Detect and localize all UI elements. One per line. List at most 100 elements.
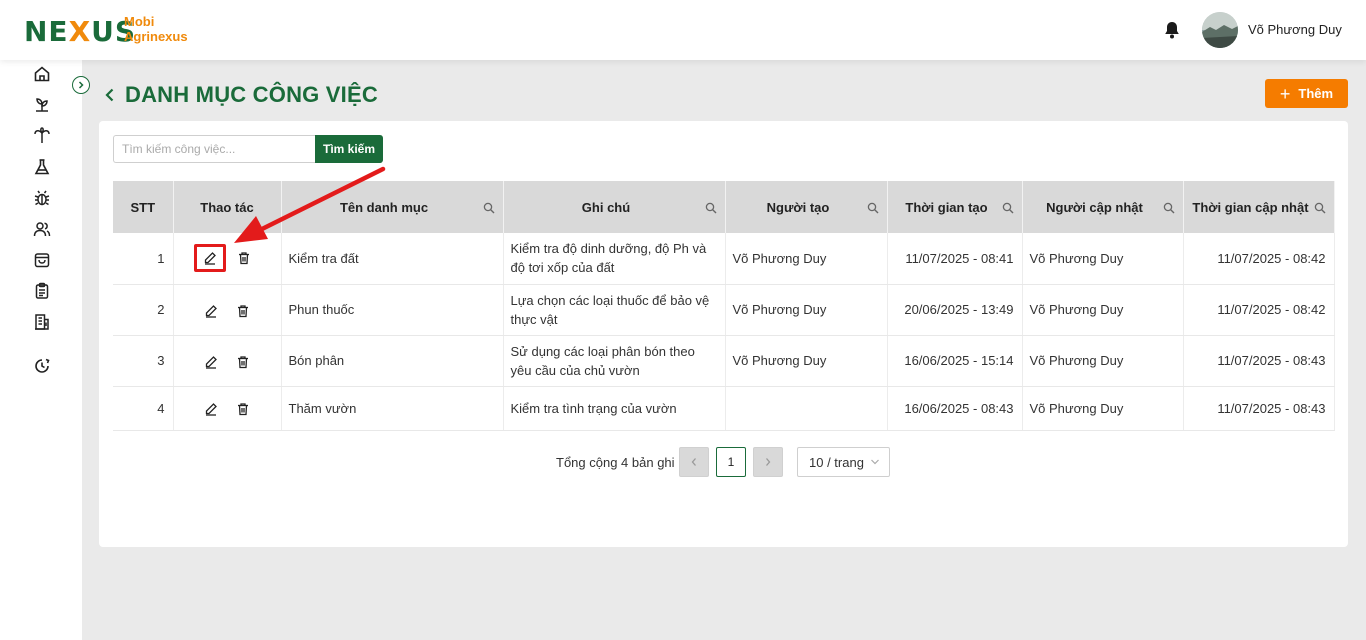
- cell-stt: 3: [113, 335, 174, 387]
- top-header: NEXUS Mobi Agrinexus Võ Phương Duy: [0, 0, 1366, 60]
- logo-mark: NEXUS: [24, 14, 137, 48]
- cell-created: 20/06/2025 - 13:49: [887, 284, 1023, 336]
- cell-actions: [173, 233, 282, 285]
- table-header-row: STT Thao tác Tên danh mục Ghi chú Người …: [113, 181, 1335, 233]
- cell-note: Sử dụng các loại phân bón theo yêu cầu c…: [503, 335, 726, 387]
- brand-line-2: Agrinexus: [124, 29, 188, 44]
- brand-name: Mobi Agrinexus: [124, 14, 188, 44]
- page-title: DANH MỤC CÔNG VIỆC: [125, 82, 378, 107]
- search-button[interactable]: Tìm kiếm: [315, 135, 383, 163]
- cell-creator: Võ Phương Duy: [725, 335, 888, 387]
- pagination: Tổng cộng 4 bản ghi 1 10 / trang: [99, 447, 1348, 477]
- cell-name: Thăm vườn: [281, 386, 504, 431]
- delete-icon[interactable]: [235, 401, 251, 417]
- page-number-current[interactable]: 1: [716, 447, 746, 477]
- history-icon[interactable]: [32, 356, 52, 376]
- clipboard-icon[interactable]: [32, 281, 52, 301]
- cell-actions: [173, 386, 282, 431]
- delete-icon[interactable]: [235, 303, 251, 319]
- cell-stt: 4: [113, 386, 174, 431]
- delete-icon[interactable]: [235, 354, 251, 370]
- search-icon[interactable]: [483, 201, 495, 214]
- chevron-left-icon: [691, 458, 696, 466]
- edit-icon[interactable]: [203, 354, 219, 370]
- cell-creator: [725, 386, 888, 431]
- col-header-creator: Người tạo: [725, 181, 888, 233]
- cell-actions: [173, 335, 282, 387]
- edit-icon[interactable]: [203, 303, 219, 319]
- cell-note: Kiểm tra độ dinh dưỡng, độ Ph và độ tơi …: [503, 233, 726, 285]
- bell-icon[interactable]: [1162, 20, 1182, 40]
- search-icon[interactable]: [1002, 201, 1014, 214]
- col-header-note: Ghi chú: [503, 181, 726, 233]
- bag-icon[interactable]: [32, 250, 52, 270]
- bug-icon[interactable]: [32, 188, 52, 208]
- cell-name: Bón phân: [281, 335, 504, 387]
- edit-highlight-box: [194, 244, 227, 273]
- prev-page-button[interactable]: [679, 447, 709, 477]
- cell-stt: 1: [113, 233, 174, 285]
- cell-updater: Võ Phương Duy: [1022, 386, 1184, 431]
- col-header-stt: STT: [113, 181, 174, 233]
- col-header-actions: Thao tác: [173, 181, 282, 233]
- cell-note: Lựa chọn các loại thuốc để bảo vệ thực v…: [503, 284, 726, 336]
- cell-created: 16/06/2025 - 15:14: [887, 335, 1023, 387]
- chevron-down-icon: [871, 459, 879, 465]
- logo[interactable]: NEXUS: [24, 14, 136, 48]
- cell-created: 11/07/2025 - 08:41: [887, 233, 1023, 285]
- add-button[interactable]: + Thêm: [1265, 79, 1348, 108]
- search-icon[interactable]: [1163, 201, 1175, 214]
- col-header-name: Tên danh mục: [281, 181, 504, 233]
- sprout-icon[interactable]: [32, 95, 52, 115]
- edit-icon[interactable]: [203, 401, 219, 417]
- table-row: 3 Bón phân Sử dụng các loại phân bón the…: [113, 335, 1335, 387]
- table-row: 1 Kiểm tra đất Kiểm tra độ dinh dưỡng, đ…: [113, 233, 1335, 285]
- total-records: Tổng cộng 4 bản ghi: [556, 455, 675, 470]
- col-header-updated: Thời gian cập nhật: [1183, 181, 1335, 233]
- cell-creator: Võ Phương Duy: [725, 233, 888, 285]
- search-input[interactable]: [113, 135, 315, 163]
- avatar[interactable]: [1202, 12, 1238, 48]
- content-card: Tìm kiếm STT Thao tác Tên danh mục Ghi c…: [99, 121, 1348, 547]
- table-row: 4 Thăm vườn Kiểm tra tình trạng của vườn…: [113, 386, 1335, 431]
- cell-actions: [173, 284, 282, 336]
- plant-icon[interactable]: [32, 126, 52, 146]
- cell-updated: 11/07/2025 - 08:42: [1183, 284, 1335, 336]
- page-size-select[interactable]: 10 / trang: [797, 447, 890, 477]
- cell-note: Kiểm tra tình trạng của vườn: [503, 386, 726, 431]
- task-category-table: STT Thao tác Tên danh mục Ghi chú Người …: [113, 181, 1335, 431]
- brand-line-1: Mobi: [124, 14, 155, 29]
- home-icon[interactable]: [32, 64, 52, 84]
- cell-updated: 11/07/2025 - 08:43: [1183, 335, 1335, 387]
- page-size-value: 10 / trang: [809, 454, 864, 470]
- cell-name: Kiểm tra đất: [281, 233, 504, 285]
- cell-updater: Võ Phương Duy: [1022, 233, 1184, 285]
- user-name[interactable]: Võ Phương Duy: [1248, 22, 1342, 37]
- add-button-label: Thêm: [1298, 86, 1334, 101]
- cell-updater: Võ Phương Duy: [1022, 284, 1184, 336]
- cell-stt: 2: [113, 284, 174, 336]
- sidebar: [0, 60, 82, 640]
- search-icon[interactable]: [705, 201, 717, 214]
- cell-name: Phun thuốc: [281, 284, 504, 336]
- users-icon[interactable]: [32, 219, 52, 239]
- cell-updater: Võ Phương Duy: [1022, 335, 1184, 387]
- sidebar-toggle-button[interactable]: [72, 76, 90, 94]
- search-icon[interactable]: [1314, 201, 1326, 214]
- chevron-right-icon: [766, 458, 771, 466]
- table-row: 2 Phun thuốc Lựa chọn các loại thuốc để …: [113, 284, 1335, 336]
- back-icon[interactable]: [102, 86, 118, 104]
- flask-icon[interactable]: [32, 157, 52, 177]
- building-icon[interactable]: [32, 312, 52, 332]
- delete-icon[interactable]: [236, 250, 252, 266]
- cell-updated: 11/07/2025 - 08:42: [1183, 233, 1335, 285]
- cell-updated: 11/07/2025 - 08:43: [1183, 386, 1335, 431]
- cell-created: 16/06/2025 - 08:43: [887, 386, 1023, 431]
- cell-creator: Võ Phương Duy: [725, 284, 888, 336]
- edit-icon[interactable]: [202, 250, 218, 266]
- col-header-created: Thời gian tạo: [887, 181, 1023, 233]
- search-icon[interactable]: [867, 201, 879, 214]
- chevron-right-icon: [78, 81, 84, 89]
- col-header-updater: Người cập nhật: [1022, 181, 1184, 233]
- next-page-button[interactable]: [753, 447, 783, 477]
